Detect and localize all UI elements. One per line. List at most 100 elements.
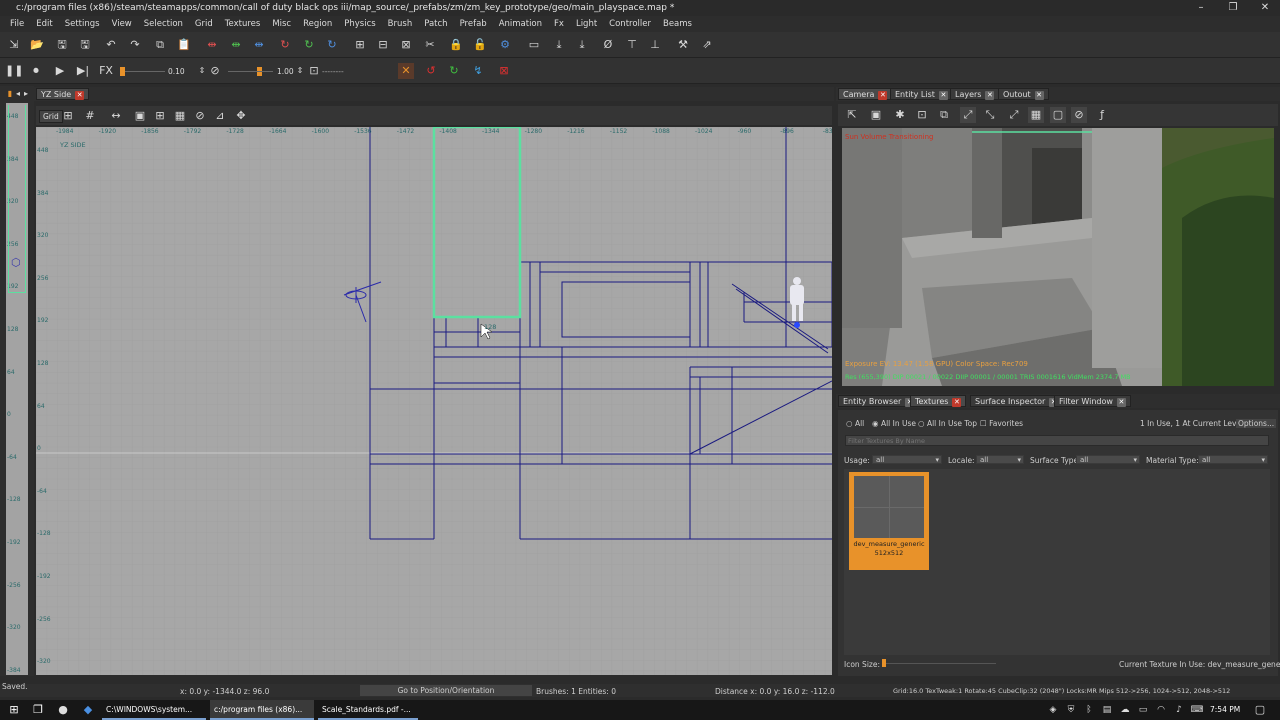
- menu-item-prefab[interactable]: Prefab: [454, 19, 493, 29]
- new-icon[interactable]: ⇲: [6, 37, 22, 53]
- zero-icon[interactable]: Ø: [600, 37, 616, 53]
- menu-item-file[interactable]: File: [4, 19, 30, 29]
- view-mode-icon[interactable]: ▣: [132, 108, 148, 124]
- app-icon[interactable]: ●: [55, 702, 71, 718]
- camera-render-icon[interactable]: ▦: [1028, 107, 1044, 123]
- keyboard-icon[interactable]: ⌨: [1189, 702, 1205, 718]
- grid-settings-icon[interactable]: ⊞: [60, 108, 76, 124]
- wifi-icon[interactable]: ◠: [1153, 702, 1169, 718]
- fx-search-icon[interactable]: ⊡: [306, 63, 322, 79]
- scale-slider-track[interactable]: [228, 71, 273, 72]
- stop-icon[interactable]: ⏺: [28, 63, 44, 79]
- taskbar-item-pdf[interactable]: Scale_Standards.pdf -...: [318, 700, 418, 720]
- tab-entity-browser[interactable]: Entity Browser✕: [838, 395, 920, 407]
- usage-select[interactable]: all ▾: [872, 455, 942, 464]
- camera-mode-icon[interactable]: ▣: [868, 107, 884, 123]
- options-button[interactable]: Options...: [1236, 419, 1277, 428]
- close-tab-icon[interactable]: ✕: [985, 91, 995, 100]
- tab-layers[interactable]: Layers ✕: [950, 88, 1000, 100]
- drop-icon[interactable]: ⤓: [551, 37, 567, 53]
- camera-zoom-icon[interactable]: ⤢: [960, 107, 976, 123]
- close-icon[interactable]: ✕: [1250, 0, 1280, 16]
- surface-type-select[interactable]: all ▾: [1076, 455, 1140, 464]
- play-icon[interactable]: ▶: [52, 63, 68, 79]
- cloud-icon[interactable]: ☁: [1117, 702, 1133, 718]
- speed-slider-track[interactable]: [125, 71, 165, 72]
- camera-light-icon[interactable]: ✱: [892, 107, 908, 123]
- camera-frame-icon[interactable]: ⊡: [914, 107, 930, 123]
- network-icon[interactable]: ▤: [1099, 702, 1115, 718]
- flip-x-icon[interactable]: ⇹: [204, 37, 220, 53]
- menu-item-physics[interactable]: Physics: [338, 19, 381, 29]
- unlock-icon[interactable]: 🔓: [472, 37, 488, 53]
- sync-icon[interactable]: ↯: [470, 63, 486, 79]
- undo-icon[interactable]: ↶: [103, 37, 119, 53]
- camera-wire-icon[interactable]: ▢: [1050, 107, 1066, 123]
- close-tab-icon[interactable]: ✕: [75, 91, 85, 100]
- view-layout-icon[interactable]: ▦: [172, 108, 188, 124]
- restore-icon[interactable]: ❐: [1218, 0, 1248, 16]
- rotate-y-icon[interactable]: ↻: [301, 37, 317, 53]
- csg-subtract-icon[interactable]: ⊟: [375, 37, 391, 53]
- texture-tile[interactable]: dev_measure_generic 512x512: [849, 472, 929, 570]
- clipper-icon[interactable]: ✂: [422, 37, 438, 53]
- view-export-icon[interactable]: ⊿: [212, 108, 228, 124]
- menu-item-light[interactable]: Light: [570, 19, 603, 29]
- camera-viewport[interactable]: Sun Volume Transitioning Exposure EV: 13…: [842, 128, 1274, 386]
- tab-camera[interactable]: Camera ✕: [838, 88, 893, 100]
- speed-value[interactable]: 0.10: [168, 67, 185, 76]
- tab-entity-list[interactable]: Entity List ✕: [890, 88, 953, 100]
- fx-toggle-icon[interactable]: ✕: [398, 63, 414, 79]
- favorites-checkbox[interactable]: ☐ Favorites: [980, 419, 1023, 428]
- close-tab-icon[interactable]: ✕: [938, 91, 948, 100]
- minimize-icon[interactable]: –: [1186, 0, 1216, 16]
- taskbar-item-radiant[interactable]: c:/program files (x86)...: [210, 700, 314, 720]
- task-view-icon[interactable]: ❐: [30, 702, 46, 718]
- view-edit-icon[interactable]: ⊘: [192, 108, 208, 124]
- align-top-icon[interactable]: ⊤: [624, 37, 640, 53]
- nav-right-icon[interactable]: ▸: [18, 86, 34, 102]
- locale-select[interactable]: all ▾: [976, 455, 1024, 464]
- menu-item-region[interactable]: Region: [297, 19, 338, 29]
- volume-icon[interactable]: ♪: [1171, 702, 1187, 718]
- battery-icon[interactable]: ▭: [1135, 702, 1151, 718]
- export-icon[interactable]: ⇗: [699, 37, 715, 53]
- viewport-canvas[interactable]: [36, 127, 832, 675]
- view-settings-icon[interactable]: ✥: [233, 108, 249, 124]
- camera-move-icon[interactable]: ⇱: [844, 107, 860, 123]
- close-tab-icon[interactable]: ✕: [952, 398, 962, 407]
- step-forward-icon[interactable]: ▶|: [75, 63, 91, 79]
- menu-item-beams[interactable]: Beams: [657, 19, 698, 29]
- menu-item-grid[interactable]: Grid: [189, 19, 219, 29]
- link-icon[interactable]: ⊘: [207, 63, 223, 79]
- app2-icon[interactable]: ◆: [80, 702, 96, 718]
- shield-icon[interactable]: ⛨: [1063, 702, 1079, 718]
- stop-fx-icon[interactable]: ⊠: [496, 63, 512, 79]
- windows-start-icon[interactable]: ⊞: [6, 702, 22, 718]
- display-icon[interactable]: ▭: [526, 37, 542, 53]
- menu-item-view[interactable]: View: [106, 19, 138, 29]
- open-icon[interactable]: 📂: [29, 37, 45, 53]
- align-bottom-icon[interactable]: ⊥: [647, 37, 663, 53]
- view-split-icon[interactable]: ⊞: [152, 108, 168, 124]
- redo-icon[interactable]: ↷: [127, 37, 143, 53]
- close-tab-icon[interactable]: ✕: [1034, 91, 1044, 100]
- refresh-icon[interactable]: ↻: [446, 63, 462, 79]
- radio-all-in-use[interactable]: ◉ All In Use: [872, 419, 916, 428]
- pause-icon[interactable]: ❚❚: [5, 63, 23, 79]
- radio-all-in-use-top[interactable]: ○ All In Use Top: [918, 419, 977, 428]
- yz-side-viewport[interactable]: YZ SIDE 128 -1984 -1920 -1856 -1792 -1728 -16…: [36, 127, 832, 675]
- menu-item-controller[interactable]: Controller: [603, 19, 657, 29]
- close-tab-icon[interactable]: ✕: [1116, 398, 1126, 407]
- paste-icon[interactable]: 📋: [176, 37, 192, 53]
- flip-y-icon[interactable]: ⇹: [228, 37, 244, 53]
- expand-icon[interactable]: ↔: [108, 108, 124, 124]
- icon-size-slider-track[interactable]: [886, 663, 996, 664]
- camera-fx-icon[interactable]: ƒ: [1094, 107, 1110, 123]
- menu-item-settings[interactable]: Settings: [59, 19, 106, 29]
- lock-icon[interactable]: 🔒: [448, 37, 464, 53]
- grid-toggle-icon[interactable]: #: [82, 108, 98, 124]
- flip-z-icon[interactable]: ⇹: [251, 37, 267, 53]
- menu-item-animation[interactable]: Animation: [493, 19, 548, 29]
- menu-item-selection[interactable]: Selection: [138, 19, 189, 29]
